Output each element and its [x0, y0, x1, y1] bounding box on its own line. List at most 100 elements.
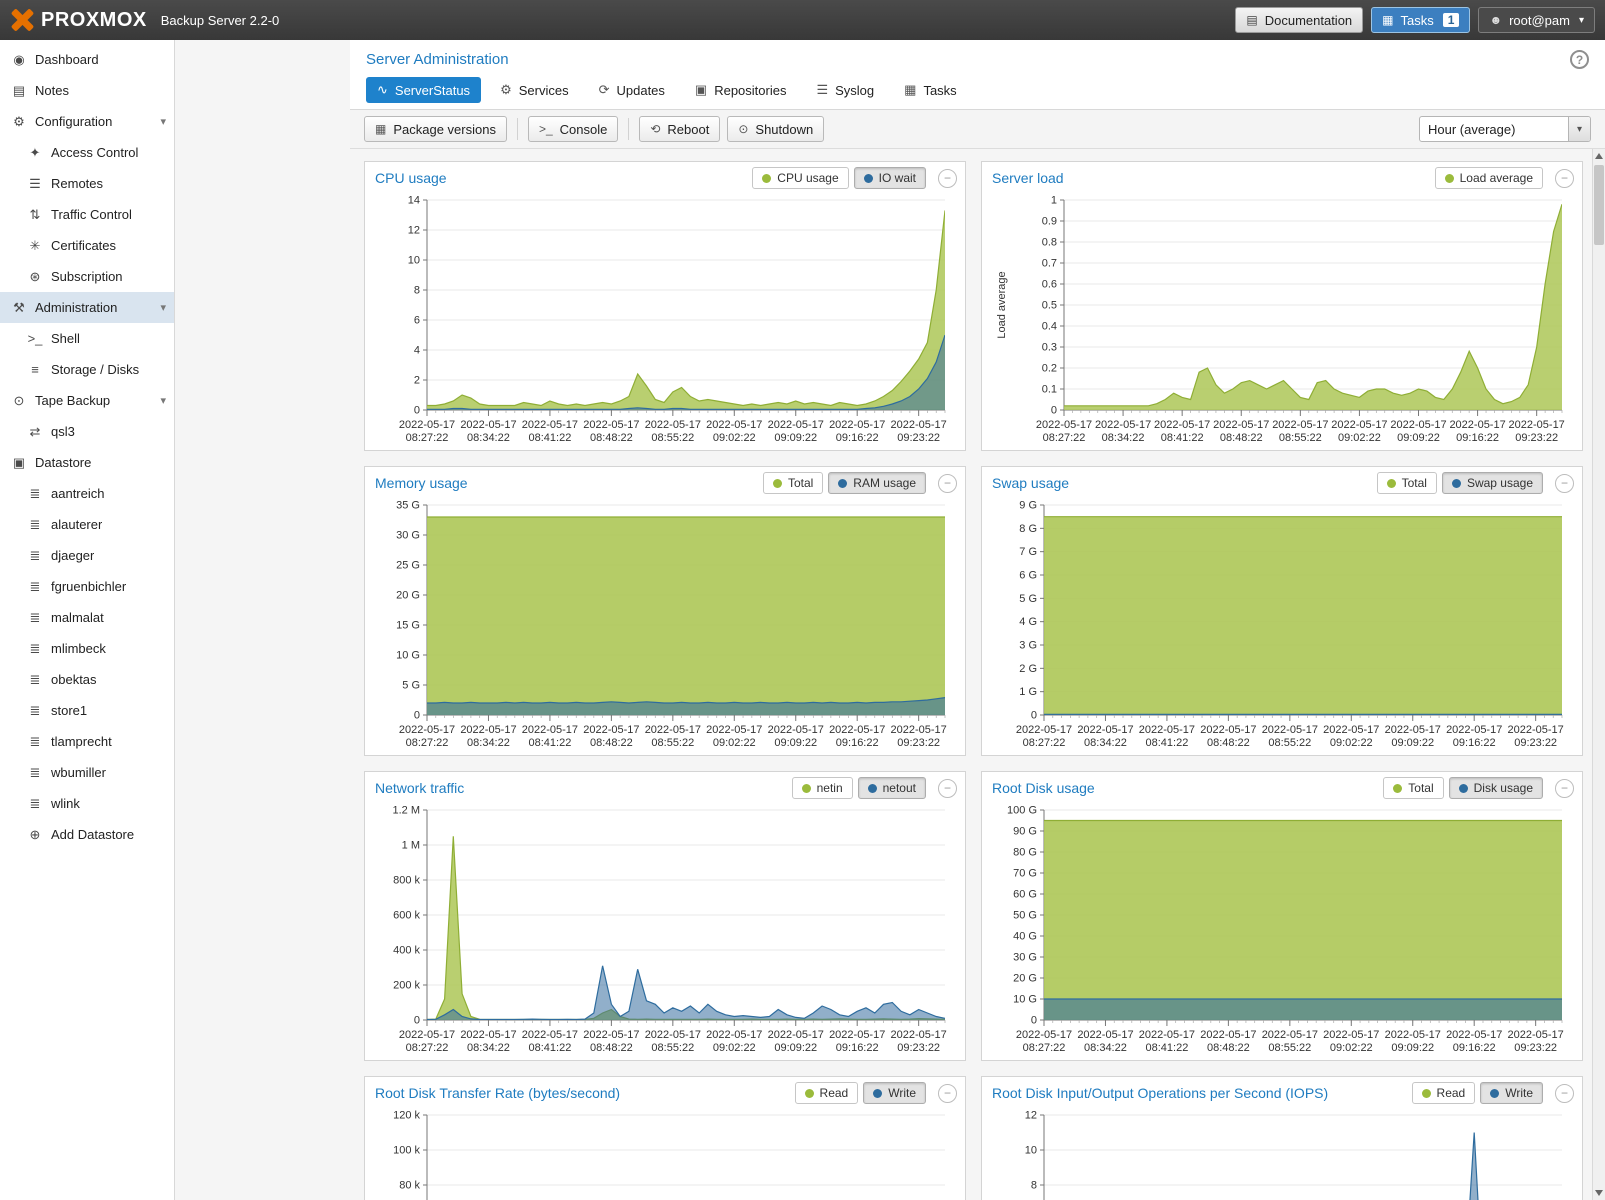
legend-toggle-read[interactable]: Read	[1412, 1082, 1476, 1104]
collapse-chart-button[interactable]: −	[1555, 1084, 1574, 1103]
sidebar-item-djaeger[interactable]: ≣djaeger	[0, 540, 174, 571]
tab-tasks[interactable]: ▦ Tasks	[893, 77, 968, 103]
scroll-down-arrow[interactable]	[1593, 1186, 1605, 1200]
sidebar-item-subscription[interactable]: ⊛Subscription	[0, 261, 174, 292]
documentation-label: Documentation	[1265, 13, 1352, 28]
chevron-down-icon[interactable]: ▾	[160, 301, 170, 314]
sidebar-item-aantreich[interactable]: ≣aantreich	[0, 478, 174, 509]
toolbar-separator	[517, 118, 518, 140]
tab-updates[interactable]: ⟳ Updates	[588, 77, 676, 103]
sidebar-item-wlink[interactable]: ≣wlink	[0, 788, 174, 819]
sidebar-item-label: Notes	[35, 83, 69, 98]
sidebar-item-qsl3[interactable]: ⇄qsl3	[0, 416, 174, 447]
svg-text:800 k: 800 k	[393, 875, 420, 887]
legend-toggle-load-average[interactable]: Load average	[1435, 167, 1543, 189]
sidebar-item-dashboard[interactable]: ◉Dashboard	[0, 44, 174, 75]
sidebar-item-tape-backup[interactable]: ⊙Tape Backup▾	[0, 385, 174, 416]
shutdown-button[interactable]: ⊙ Shutdown	[727, 116, 824, 142]
legend-toggle-netout[interactable]: netout	[858, 777, 926, 799]
chevron-down-icon[interactable]: ▾	[160, 115, 170, 128]
sidebar-item-traffic-control[interactable]: ⇅Traffic Control	[0, 199, 174, 230]
svg-text:2022-05-17: 2022-05-17	[1390, 419, 1446, 431]
tape-icon: ⊙	[10, 393, 28, 409]
legend-toggle-total[interactable]: Total	[1383, 777, 1443, 799]
chevron-down-icon[interactable]: ▾	[160, 394, 170, 407]
chart-svg-iops: 0246810122022-05-1708:27:222022-05-1708:…	[990, 1107, 1574, 1200]
legend-toggle-cpu-usage[interactable]: CPU usage	[752, 167, 848, 189]
sidebar-item-datastore[interactable]: ▣Datastore	[0, 447, 174, 478]
tab-repositories[interactable]: ▣ Repositories	[684, 77, 798, 103]
sidebar-item-store1[interactable]: ≣store1	[0, 695, 174, 726]
sidebar-item-fgruenbichler[interactable]: ≣fgruenbichler	[0, 571, 174, 602]
svg-text:2022-05-17: 2022-05-17	[460, 419, 516, 431]
legend-toggle-total[interactable]: Total	[763, 472, 823, 494]
svg-text:09:09:22: 09:09:22	[774, 1042, 817, 1054]
svg-text:2022-05-17: 2022-05-17	[768, 419, 824, 431]
collapse-chart-button[interactable]: −	[938, 474, 957, 493]
sidebar-item-notes[interactable]: ▤Notes	[0, 75, 174, 106]
sidebar-item-administration[interactable]: ⚒Administration▾	[0, 292, 174, 323]
tab-bar: ∿ ServerStatus ⚙ Services ⟳ Updates ▣ Re…	[350, 77, 1605, 110]
reboot-icon: ⟲	[650, 122, 660, 136]
tab-serverstatus[interactable]: ∿ ServerStatus	[366, 77, 481, 103]
sidebar-item-shell[interactable]: >_Shell	[0, 323, 174, 354]
legend-toggle-swap-usage[interactable]: Swap usage	[1442, 472, 1543, 494]
svg-text:2022-05-17: 2022-05-17	[1508, 1029, 1564, 1041]
collapse-chart-button[interactable]: −	[1555, 474, 1574, 493]
scroll-up-arrow[interactable]	[1593, 149, 1605, 163]
access-control-icon: ✦	[26, 145, 44, 161]
legend-toggle-write[interactable]: Write	[1480, 1082, 1543, 1104]
sidebar-item-label: Add Datastore	[51, 827, 134, 842]
svg-text:20 G: 20 G	[1013, 973, 1037, 985]
chart-panel-cpu: CPU usageCPU usageIO wait−02468101214202…	[364, 161, 966, 451]
svg-text:0: 0	[1051, 405, 1057, 417]
legend-toggle-ram-usage[interactable]: RAM usage	[828, 472, 926, 494]
collapse-chart-button[interactable]: −	[938, 779, 957, 798]
sidebar-item-malmalat[interactable]: ≣malmalat	[0, 602, 174, 633]
documentation-button[interactable]: ▤ Documentation	[1235, 7, 1363, 33]
sidebar-item-wbumiller[interactable]: ≣wbumiller	[0, 757, 174, 788]
svg-text:2022-05-17: 2022-05-17	[583, 419, 639, 431]
reboot-button[interactable]: ⟲ Reboot	[639, 116, 720, 142]
sidebar-item-label: alauterer	[51, 517, 102, 532]
vertical-scrollbar[interactable]	[1592, 149, 1605, 1200]
sidebar-item-configuration[interactable]: ⚙Configuration▾	[0, 106, 174, 137]
svg-text:2022-05-17: 2022-05-17	[1139, 1029, 1195, 1041]
tab-syslog[interactable]: ☰ Syslog	[805, 77, 885, 103]
help-icon[interactable]: ?	[1570, 50, 1589, 69]
time-range-select[interactable]: Hour (average) ▾	[1419, 116, 1591, 142]
collapse-chart-button[interactable]: −	[1555, 779, 1574, 798]
legend-toggle-disk-usage[interactable]: Disk usage	[1449, 777, 1543, 799]
svg-text:09:16:22: 09:16:22	[1453, 1042, 1496, 1054]
collapse-chart-button[interactable]: −	[938, 169, 957, 188]
collapse-chart-button[interactable]: −	[1555, 169, 1574, 188]
console-button[interactable]: >_ Console	[528, 116, 618, 142]
plus-icon: ⊕	[26, 827, 44, 843]
legend-toggle-netin[interactable]: netin	[792, 777, 853, 799]
user-menu-button[interactable]: ☻ root@pam ▾	[1478, 7, 1595, 33]
sidebar-item-tlamprecht[interactable]: ≣tlamprecht	[0, 726, 174, 757]
svg-text:0.6: 0.6	[1042, 279, 1057, 291]
tasks-button[interactable]: ▦ Tasks 1	[1371, 7, 1470, 33]
sidebar-item-storage-disks[interactable]: ≡Storage / Disks	[0, 354, 174, 385]
sidebar-item-mlimbeck[interactable]: ≣mlimbeck	[0, 633, 174, 664]
legend-toggle-total[interactable]: Total	[1377, 472, 1437, 494]
legend-toggle-io-wait[interactable]: IO wait	[854, 167, 926, 189]
legend-toggle-write[interactable]: Write	[863, 1082, 926, 1104]
collapse-chart-button[interactable]: −	[938, 1084, 957, 1103]
svg-text:4: 4	[414, 345, 420, 357]
legend-toggle-read[interactable]: Read	[795, 1082, 859, 1104]
scrollbar-thumb[interactable]	[1594, 165, 1604, 245]
username-label: root@pam	[1509, 13, 1570, 28]
package-versions-button[interactable]: ▦ Package versions	[364, 116, 507, 142]
sidebar-item-alauterer[interactable]: ≣alauterer	[0, 509, 174, 540]
svg-text:2022-05-17: 2022-05-17	[460, 1029, 516, 1041]
chevron-down-icon[interactable]: ▾	[1568, 117, 1590, 141]
sidebar-item-obektas[interactable]: ≣obektas	[0, 664, 174, 695]
chart-title: Memory usage	[375, 475, 468, 491]
tab-services[interactable]: ⚙ Services	[489, 77, 580, 103]
sidebar-item-add-datastore[interactable]: ⊕ Add Datastore	[0, 819, 174, 850]
sidebar-item-access-control[interactable]: ✦Access Control	[0, 137, 174, 168]
sidebar-item-certificates[interactable]: ✳Certificates	[0, 230, 174, 261]
sidebar-item-remotes[interactable]: ☰Remotes	[0, 168, 174, 199]
